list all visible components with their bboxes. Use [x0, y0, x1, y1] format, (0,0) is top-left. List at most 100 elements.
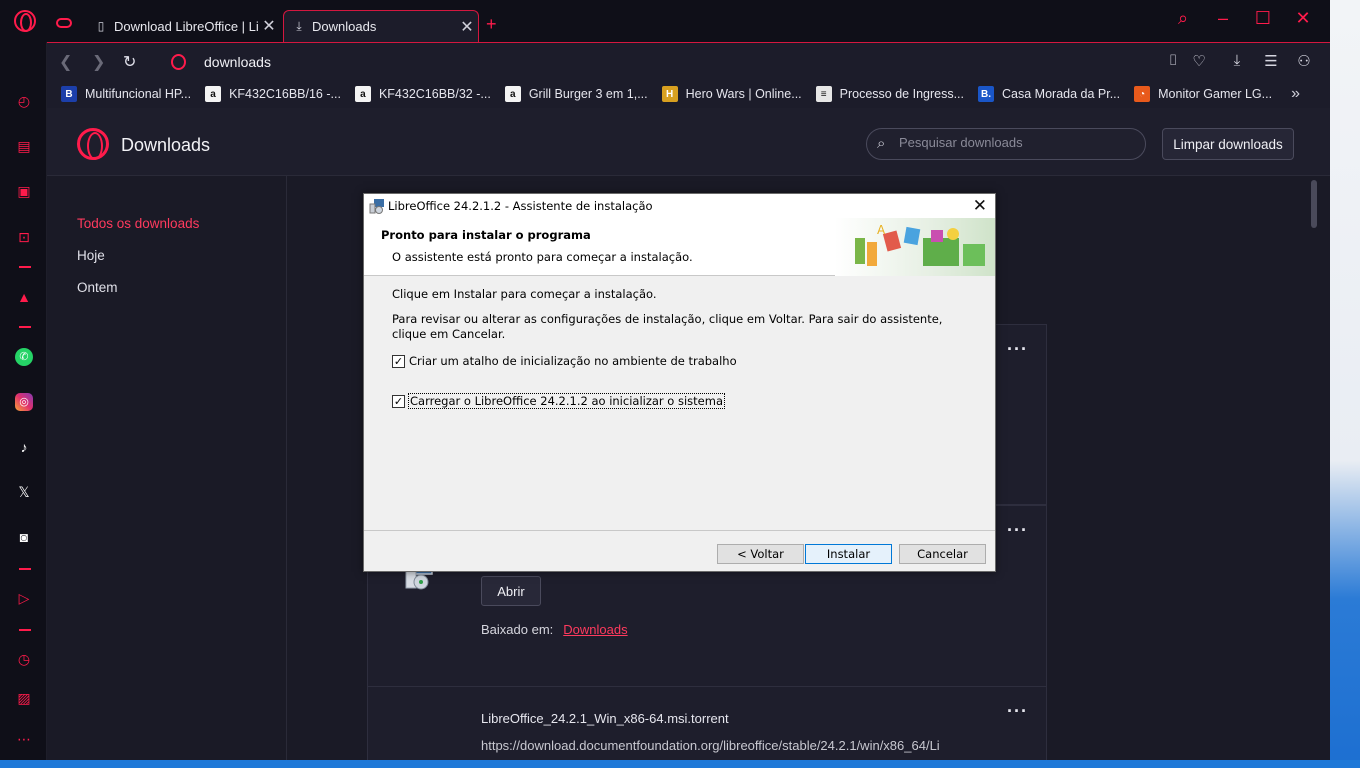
more-options-icon[interactable]: ··· — [1007, 339, 1028, 360]
twitch-icon[interactable]: ▣ — [13, 180, 35, 202]
search-input[interactable] — [899, 135, 1139, 150]
nav-today[interactable]: Hoje — [77, 248, 105, 263]
page-title: Downloads — [121, 135, 211, 155]
sidebar-divider — [19, 568, 31, 570]
bookmark-label: Processo de Ingress... — [839, 87, 965, 101]
bookmark-label: Hero Wars | Online... — [685, 87, 802, 101]
search-icon: ⌕ — [877, 135, 886, 152]
instagram-icon[interactable]: ◎ — [13, 391, 35, 413]
checkbox-check-icon[interactable]: ✓ — [392, 394, 405, 408]
favorites-icon[interactable]: ♡ — [1189, 52, 1209, 70]
dialog-line2: Para revisar ou alterar as configurações… — [392, 312, 943, 341]
clear-downloads-button[interactable]: Limpar downloads — [1162, 128, 1294, 160]
nav-all-downloads[interactable]: Todos os downloads — [77, 216, 199, 231]
bookmark-item[interactable]: a KF432C16BB/32 -... — [354, 86, 491, 102]
gamepad-icon[interactable] — [56, 18, 72, 28]
profile-icon[interactable]: ⚇ — [1294, 52, 1314, 70]
back-button[interactable]: < Voltar — [717, 544, 804, 564]
easy-setup-icon[interactable]: ☰ — [1261, 52, 1281, 70]
downloads-icon[interactable]: ⤓ — [1227, 52, 1247, 69]
page-icon: ▯ — [97, 19, 105, 33]
cpu-icon[interactable]: ⊡ — [13, 226, 35, 248]
snapshot-icon[interactable]: ⌷ — [1163, 52, 1183, 69]
bookmark-item[interactable]: B. Casa Morada da Pr... — [978, 86, 1120, 102]
sidebar-divider — [19, 326, 31, 328]
dialog-close-icon[interactable]: ✕ — [973, 196, 987, 216]
speed-dial-icon[interactable]: ◴ — [13, 90, 35, 112]
bookmark-label: KF432C16BB/32 -... — [378, 87, 491, 101]
file-url[interactable]: https://download.documentfoundation.org/… — [481, 738, 961, 753]
reload-icon[interactable]: ↻ — [123, 52, 136, 72]
address-bar: ❮ ❯ ↻ downloads ⌷ ♡ ⤓ ☰ ⚇ — [47, 42, 1330, 80]
taskbar-edge — [0, 760, 1360, 768]
browser-window: ▯ Download LibreOffice | Libr ✕ ⤓ Downlo… — [0, 0, 1330, 766]
bookmark-item[interactable]: ◔ Monitor Gamer LG... — [1134, 86, 1272, 102]
installer-icon — [369, 199, 384, 214]
bookmark-item[interactable]: B Multifuncional HP... — [61, 86, 191, 102]
more-bookmarks-icon[interactable]: » — [1291, 85, 1300, 103]
bookmark-item[interactable]: ≡ Processo de Ingress... — [815, 86, 965, 102]
shortcut-checkbox[interactable]: ✓ Criar um atalho de inicialização no am… — [392, 354, 737, 368]
scrollbar[interactable] — [1309, 176, 1319, 762]
bookmark-item[interactable]: a KF432C16BB/16 -... — [205, 86, 341, 102]
more-icon[interactable]: ⋯ — [13, 728, 35, 750]
saved-in-link[interactable]: Downloads — [563, 622, 627, 637]
whatsapp-icon[interactable]: ✆ — [13, 346, 35, 368]
player-icon[interactable]: ▷ — [13, 587, 35, 609]
bookmarks-bar: B Multifuncional HP... a KF432C16BB/16 -...… — [47, 80, 1330, 108]
bookmark-favicon-icon: a — [205, 86, 222, 102]
checkbox-label: Criar um atalho de inicialização no ambi… — [409, 354, 737, 368]
dialog-titlebar: LibreOffice 24.2.1.2 - Assistente de ins… — [364, 194, 995, 218]
discord-icon[interactable]: ◙ — [13, 526, 35, 548]
bookmark-favicon-icon: B. — [978, 86, 995, 102]
sidebar-divider — [19, 629, 31, 631]
gallery-icon[interactable]: ▨ — [13, 687, 35, 709]
close-tab-icon[interactable]: ✕ — [258, 16, 280, 36]
maximize-icon[interactable]: ☐ — [1249, 8, 1277, 29]
history-icon[interactable]: ◷ — [13, 648, 35, 670]
opera-menu-icon[interactable] — [14, 10, 36, 32]
new-tab-icon[interactable]: + — [486, 14, 497, 35]
bookmark-favicon-icon: ≡ — [815, 86, 832, 102]
url-field[interactable]: downloads — [204, 54, 271, 70]
more-options-icon[interactable]: ··· — [1007, 520, 1028, 541]
shopping-icon[interactable]: ▤ — [13, 135, 35, 157]
cancel-button-label: Cancelar — [917, 547, 968, 561]
tab-label: Downloads — [312, 19, 377, 34]
tab-downloads[interactable]: ⤓ Downloads ✕ — [283, 10, 479, 42]
checkbox-check-icon[interactable]: ✓ — [392, 354, 405, 368]
close-tab-icon[interactable]: ✕ — [456, 17, 478, 37]
back-icon[interactable]: ❮ — [59, 52, 72, 72]
bookmark-label: KF432C16BB/16 -... — [229, 87, 341, 101]
tiktok-icon[interactable]: ♪ — [13, 436, 35, 458]
aria-icon[interactable]: ▲ — [13, 286, 35, 308]
close-window-icon[interactable]: ✕ — [1289, 8, 1317, 29]
downloads-nav: Todos os downloads Hoje Ontem — [47, 176, 287, 762]
dialog-title: LibreOffice 24.2.1.2 - Assistente de ins… — [388, 199, 653, 213]
forward-icon[interactable]: ❯ — [92, 52, 105, 72]
cancel-button[interactable]: Cancelar — [899, 544, 986, 564]
download-item: ··· LibreOffice_24.2.1_Win_x86-64.msi.to… — [367, 686, 1047, 766]
file-name[interactable]: LibreOffice_24.2.1_Win_x86-64.msi.torren… — [481, 711, 729, 726]
install-button[interactable]: Instalar — [805, 544, 892, 564]
tab-libreoffice[interactable]: ▯ Download LibreOffice | Libr ✕ — [86, 10, 280, 42]
nav-yesterday[interactable]: Ontem — [77, 280, 118, 295]
dialog-heading: Pronto para instalar o programa — [381, 228, 591, 242]
libreoffice-banner-icon: A — [835, 218, 995, 276]
saved-in: Baixado em: Downloads — [481, 622, 628, 637]
dialog-header: Pronto para instalar o programa O assist… — [364, 218, 995, 276]
open-button[interactable]: Abrir — [481, 576, 541, 606]
minimize-icon[interactable]: – — [1209, 8, 1237, 29]
bookmark-item[interactable]: a Grill Burger 3 em 1,... — [504, 86, 648, 102]
bookmark-label: Monitor Gamer LG... — [1158, 87, 1273, 101]
dialog-subheading: O assistente está pronto para começar a … — [392, 250, 693, 264]
search-tabs-icon[interactable]: ⌕ — [1169, 8, 1197, 29]
more-options-icon[interactable]: ··· — [1007, 701, 1028, 722]
scrollbar-thumb[interactable] — [1311, 180, 1317, 228]
autostart-checkbox[interactable]: ✓ Carregar o LibreOffice 24.2.1.2 ao ini… — [392, 393, 725, 409]
opera-logo-icon — [77, 128, 109, 160]
x-twitter-icon[interactable]: 𝕏 — [13, 481, 35, 503]
sidebar-divider — [19, 266, 31, 268]
bookmark-item[interactable]: H Hero Wars | Online... — [661, 86, 802, 102]
search-downloads[interactable]: ⌕ — [866, 128, 1146, 160]
